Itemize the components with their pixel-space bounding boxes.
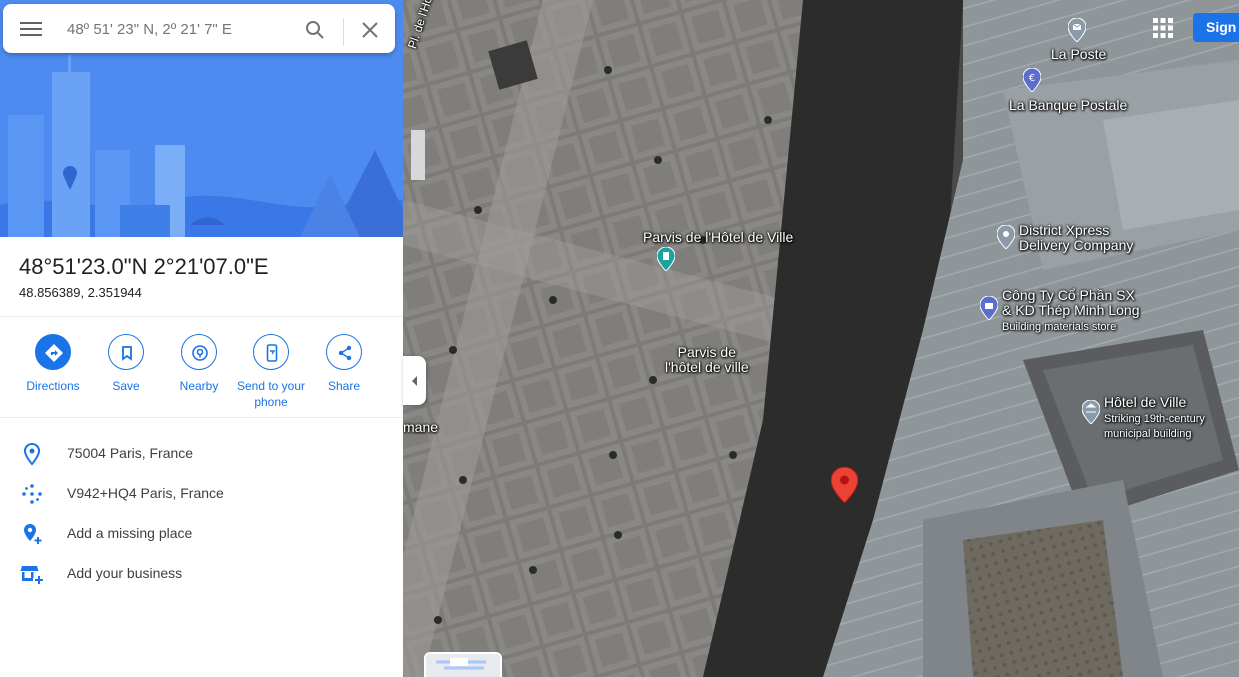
decimal-coordinates: 48.856389, 2.351944 <box>19 285 142 300</box>
phone-icon <box>253 334 289 370</box>
parvis-area-label: Parvis de l'hôtel de ville <box>665 345 749 375</box>
save-label: Save <box>112 379 140 393</box>
nearby-label: Nearby <box>179 379 219 393</box>
add-business-row[interactable]: Add your business <box>0 554 403 594</box>
send-to-phone-button[interactable]: Send to your phone <box>233 334 309 410</box>
hdv-title: Hôtel de Ville <box>1104 394 1187 410</box>
share-button[interactable]: Share <box>306 334 382 394</box>
satellite-map[interactable]: Pl. de l'Hôtel de Ville La Poste La Banq… <box>403 0 1239 677</box>
bank-poi-icon[interactable]: € <box>1023 68 1041 92</box>
district-line2: Delivery Company <box>1019 237 1134 253</box>
directions-label: Directions <box>26 379 80 393</box>
congty-sub: Building materials store <box>1002 321 1117 333</box>
hdv-sub2: municipal building <box>1104 428 1192 440</box>
sign-in-button[interactable]: Sign i <box>1193 13 1239 42</box>
congty-line1: Công Ty Cổ Phần SX <box>1002 287 1135 303</box>
district-xpress-label[interactable]: District Xpress Delivery Company <box>1019 223 1133 253</box>
plus-code-icon <box>22 484 42 504</box>
plus-code-text: V942+HQ4 Paris, France <box>67 485 224 501</box>
chevron-left-icon <box>412 376 417 386</box>
save-button[interactable]: Save <box>88 334 164 394</box>
share-icon <box>326 334 362 370</box>
plus-code-row[interactable]: V942+HQ4 Paris, France <box>0 474 403 514</box>
mail-poi-icon[interactable] <box>1068 18 1086 42</box>
map-thumbnail-icon <box>426 654 500 677</box>
location-pin-icon <box>23 442 41 466</box>
banque-postale-label[interactable]: La Banque Postale <box>1009 98 1127 113</box>
place-title: 48°51'23.0"N 2°21'07.0"E <box>19 254 269 279</box>
collapse-panel-button[interactable] <box>403 356 426 405</box>
search-icon[interactable] <box>303 18 327 42</box>
add-business-text: Add your business <box>67 565 183 581</box>
address-row[interactable]: 75004 Paris, France <box>0 434 403 474</box>
apps-grid-icon[interactable] <box>1150 15 1176 41</box>
bookmark-icon <box>108 334 144 370</box>
divider <box>0 417 403 418</box>
svg-text:€: € <box>1029 73 1035 84</box>
search-input[interactable] <box>67 16 292 42</box>
add-place-icon <box>24 524 42 544</box>
close-icon[interactable] <box>359 19 381 41</box>
divider <box>0 316 403 317</box>
mane-label: mane <box>403 419 439 435</box>
search-bar <box>3 4 395 53</box>
place-poi-icon[interactable] <box>997 225 1015 249</box>
directions-button[interactable]: Directions <box>15 334 91 394</box>
search-divider <box>343 18 344 46</box>
nearby-icon <box>181 334 217 370</box>
parvis-area-line2: l'hôtel de ville <box>665 359 749 375</box>
hdv-sub1: Striking 19th-century <box>1104 413 1205 425</box>
landmark-poi-icon[interactable] <box>1082 400 1100 424</box>
la-poste-label[interactable]: La Poste <box>1051 47 1106 62</box>
nearby-button[interactable]: Nearby <box>161 334 237 394</box>
district-line1: District Xpress <box>1019 222 1110 238</box>
parvis-poi-label[interactable]: Parvis de l'Hôtel de Ville <box>643 230 793 245</box>
dropped-pin-icon[interactable] <box>831 467 858 503</box>
monument-poi-icon[interactable] <box>657 247 675 271</box>
address-text: 75004 Paris, France <box>67 445 194 461</box>
add-place-text: Add a missing place <box>67 525 193 541</box>
send-to-phone-label: Send to your phone <box>236 379 306 409</box>
parvis-area-line1: Parvis de <box>677 344 736 360</box>
add-business-icon <box>20 566 43 584</box>
congty-line2: & KD Thép Minh Long <box>1002 302 1140 318</box>
directions-icon <box>35 334 71 370</box>
menu-icon[interactable] <box>17 18 45 40</box>
layers-toggle-thumbnail[interactable] <box>424 652 502 677</box>
side-panel: 48°51'23.0"N 2°21'07.0"E 48.856389, 2.35… <box>0 0 403 677</box>
store-poi-icon[interactable] <box>980 296 998 320</box>
cong-ty-label[interactable]: Công Ty Cổ Phần SX & KD Thép Minh Long B… <box>1002 288 1140 333</box>
hotel-de-ville-label[interactable]: Hôtel de Ville Striking 19th-century mun… <box>1104 395 1205 440</box>
add-missing-place-row[interactable]: Add a missing place <box>0 514 403 554</box>
share-label: Share <box>327 379 361 393</box>
